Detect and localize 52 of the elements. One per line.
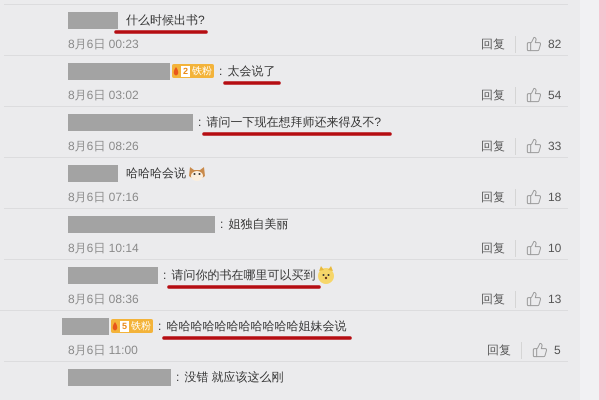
like-count: 13 — [548, 292, 562, 306]
comment-time: 8月6日 10:14 — [68, 240, 140, 256]
dog-sticker-icon — [316, 265, 336, 285]
like-count: 10 — [548, 241, 562, 255]
comment-text: 姐独自美丽 — [228, 216, 288, 232]
like-count: 82 — [548, 37, 562, 51]
reply-link[interactable]: 回复 — [481, 240, 516, 256]
comment-text: 哈哈哈哈哈哈哈哈哈哈哈姐妹会说 — [166, 318, 346, 334]
thumbs-up-icon[interactable] — [526, 291, 542, 307]
comment-time: 8月6日 00:23 — [68, 36, 140, 52]
like-count: 33 — [548, 139, 562, 153]
comment-text: 请问一下现在想拜师还来得及不? — [206, 114, 382, 130]
comment-time: 8月6日 08:26 — [68, 138, 140, 154]
reply-link[interactable]: 回复 — [481, 86, 516, 104]
separator-colon: : — [220, 217, 224, 231]
reply-link[interactable]: 回复 — [481, 138, 516, 154]
like-count: 54 — [548, 88, 562, 102]
badge-label: 铁粉 — [192, 65, 212, 78]
separator-colon: : — [176, 370, 180, 384]
badge-label: 铁粉 — [131, 320, 152, 333]
reply-link[interactable]: 回复 — [487, 342, 522, 358]
comment-time: 8月6日 03:02 — [68, 86, 140, 104]
comment-text: 太会说了 — [227, 62, 276, 80]
like-count: 18 — [548, 190, 562, 204]
reply-link[interactable]: 回复 — [481, 188, 516, 206]
comment-time: 8月6日 11:00 — [68, 342, 139, 358]
flame-icon — [173, 66, 179, 76]
redacted-username — [62, 318, 109, 334]
thumbs-up-icon[interactable] — [526, 189, 542, 205]
comment-text: 没错 就应该这么刚 — [184, 368, 284, 386]
reply-link[interactable]: 回复 — [481, 290, 516, 308]
thumbs-up-icon[interactable] — [532, 342, 548, 358]
comment-text: 请问你的书在哪里可以买到 — [171, 266, 316, 284]
redacted-username — [68, 12, 118, 28]
separator-colon: : — [198, 115, 202, 129]
flame-icon — [112, 322, 118, 330]
comment-time: 8月6日 08:36 — [68, 290, 140, 308]
comment-text: 什么时候出书? — [126, 12, 205, 28]
like-count: 5 — [554, 343, 562, 357]
comment-text: 哈哈哈会说 — [126, 164, 186, 182]
thumbs-up-icon[interactable] — [526, 138, 542, 154]
redacted-username — [68, 164, 118, 182]
badge-level: 5 — [120, 320, 130, 332]
separator-colon: : — [163, 268, 166, 282]
separator-colon: : — [158, 319, 162, 333]
thumbs-up-icon[interactable] — [526, 36, 542, 52]
thumbs-up-icon[interactable] — [526, 240, 542, 256]
thumbs-up-icon[interactable] — [526, 87, 542, 103]
comment-time: 8月6日 07:16 — [68, 188, 140, 206]
reply-link[interactable]: 回复 — [481, 36, 516, 52]
separator-colon: : — [219, 64, 222, 78]
badge-level: 2 — [181, 66, 190, 76]
